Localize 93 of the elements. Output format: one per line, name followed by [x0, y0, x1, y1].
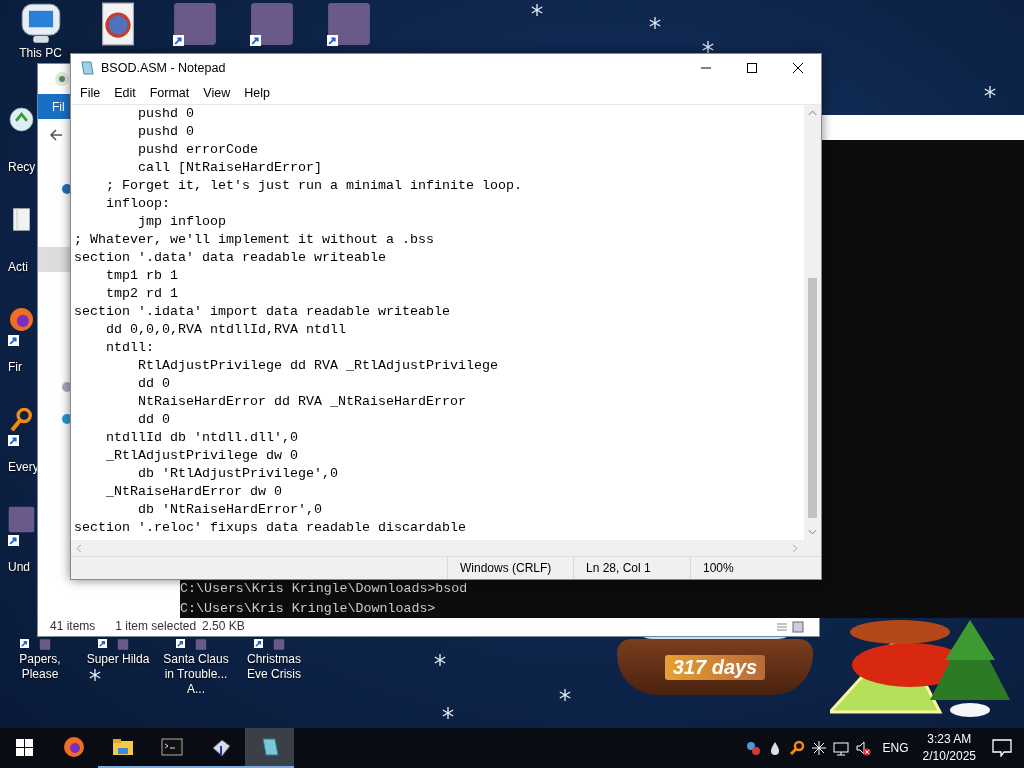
- desktop-icon-label[interactable]: Recy: [8, 160, 36, 175]
- recycle-bin-icon[interactable]: [8, 106, 35, 133]
- status-text: Windows (CRLF): [447, 557, 573, 579]
- view-toggle-icon[interactable]: [775, 621, 805, 633]
- status-text: Ln 28, Col 1: [573, 557, 690, 579]
- shortcut-arrow-icon: [20, 639, 29, 648]
- window-title: BSOD.ASM - Notepad: [101, 61, 226, 75]
- shortcut-arrow-icon: [254, 639, 263, 648]
- language-indicator[interactable]: ENG: [882, 741, 909, 755]
- code-line: dd 0,0,0,RVA ntdllId,RVA ntdll: [105, 321, 347, 339]
- folder-icon: [111, 736, 134, 758]
- magnifier-icon[interactable]: [8, 406, 35, 433]
- menu-item[interactable]: Help: [237, 86, 277, 100]
- file-tab[interactable]: Fil: [38, 99, 65, 114]
- code-line: dd 0: [137, 375, 171, 393]
- code-line: db 'RtlAdjustPrivilege',0: [137, 465, 339, 483]
- browser-icon: [62, 736, 85, 758]
- network-icon[interactable]: [832, 740, 849, 756]
- clock-date[interactable]: 2/10/2025: [922, 748, 976, 765]
- speaker-icon[interactable]: [854, 740, 871, 756]
- selected-nav-item[interactable]: [38, 247, 71, 272]
- snowflake-icon: [89, 669, 101, 681]
- snowflake-icon: [702, 41, 714, 53]
- code-line: _RtlAdjustPrivilege dw 0: [105, 447, 299, 465]
- desktop-icon-label[interactable]: Fir: [8, 360, 22, 375]
- shortcut-arrow-icon: [172, 35, 184, 46]
- desktop-icon-label[interactable]: Und: [8, 560, 30, 575]
- app-icon: [54, 71, 70, 87]
- menu-item[interactable]: Edit: [107, 86, 143, 100]
- desktop-icon-label[interactable]: Papers, Please: [1, 652, 79, 682]
- picture-placeholder[interactable]: [326, 2, 371, 46]
- magnifier-icon[interactable]: [788, 740, 805, 756]
- code-line: section '.data' data readable writeable: [74, 249, 387, 267]
- back-arrow-icon[interactable]: [48, 127, 64, 143]
- notepad-icon: [79, 60, 95, 76]
- desktop-icon-label[interactable]: Christmas Eve Crisis: [235, 652, 313, 682]
- code-line: NtRaiseHardError dd RVA _NtRaiseHardError: [137, 393, 467, 411]
- snowflake-icon: [559, 689, 571, 701]
- snowflake-icon: [984, 86, 996, 98]
- code-line: RtlAdjustPrivilege dd RVA _RtlAdjustPrivilege: [137, 357, 499, 375]
- notifications-icon[interactable]: [992, 739, 1012, 757]
- menu-item[interactable]: Format: [142, 86, 197, 100]
- snowflake-icon: [442, 707, 454, 719]
- shortcut-arrow-icon: [8, 335, 19, 346]
- console-line: C:\Users\Kris Kringle\Downloads>: [180, 601, 437, 617]
- code-line: section '.idata' import data readable writeable: [74, 303, 451, 321]
- shortcut-arrow-icon: [326, 35, 338, 46]
- code-line: tmp1 rb 1: [105, 267, 179, 285]
- shortcut-arrow-icon: [8, 535, 19, 546]
- shortcut-arrow-icon: [249, 35, 261, 46]
- menu-item[interactable]: View: [196, 86, 238, 100]
- snowflake-icon: [434, 654, 446, 666]
- code-line: call [NtRaiseHardError]: [137, 159, 323, 177]
- code-line: pushd errorCode: [137, 141, 259, 159]
- windows-logo-icon: [13, 736, 36, 758]
- selection-info: 1 item selected: [115, 619, 197, 633]
- countdown-label: 317 days: [664, 654, 766, 680]
- code-line: ; Forget it, let's just run a minimal infinite loop.: [105, 177, 523, 195]
- code-line: ntdllId db 'ntdll.dll',0: [105, 429, 299, 447]
- terminal-icon: [160, 736, 183, 758]
- code-line: jmp infloop: [137, 213, 227, 231]
- code-line: _NtRaiseHardError dw 0: [105, 483, 283, 501]
- code-line: ntdll:: [105, 339, 155, 357]
- asterisk-icon[interactable]: [810, 740, 827, 756]
- selection-size: 2.50 KB: [202, 619, 245, 633]
- code-line: pushd 0: [137, 105, 195, 123]
- close-icon: [793, 63, 803, 73]
- clock-time[interactable]: 3:23 AM: [927, 731, 972, 748]
- snowflake-icon: [531, 4, 543, 16]
- maximize-icon: [747, 63, 757, 73]
- snowflake-icon: [649, 17, 661, 29]
- code-line: tmp2 rd 1: [105, 285, 179, 303]
- code-line: dd 0: [137, 411, 171, 429]
- shortcut-arrow-icon: [8, 435, 19, 446]
- item-count: 41 items: [50, 619, 96, 633]
- desktop-icon-label[interactable]: Santa Claus in Trouble... A...: [157, 652, 235, 697]
- desktop-icon-label[interactable]: Super Hilda: [86, 652, 150, 667]
- people-icon[interactable]: [744, 740, 761, 756]
- code-line: infloop:: [105, 195, 171, 213]
- code-line: section '.reloc' fixups data readable discardable: [74, 519, 467, 537]
- desktop-icon-label[interactable]: This PC: [19, 47, 62, 60]
- shortcut-arrow-icon: [98, 639, 107, 648]
- menu-item[interactable]: File: [73, 86, 108, 100]
- desktop-icon-label[interactable]: Acti: [8, 260, 28, 275]
- browser-icon[interactable]: [8, 306, 35, 333]
- status-text: 100%: [690, 557, 803, 579]
- picture-placeholder[interactable]: [249, 2, 294, 46]
- code-line: db 'NtRaiseHardError',0: [137, 501, 323, 519]
- code-line: ; Whatever, we'll implement it without a .bss: [74, 231, 435, 249]
- shortcut-arrow-icon: [176, 639, 185, 648]
- picture-placeholder[interactable]: [172, 2, 217, 46]
- code-line: pushd 0: [137, 123, 195, 141]
- console-line: C:\Users\Kris Kringle\Downloads>bsod: [180, 581, 469, 597]
